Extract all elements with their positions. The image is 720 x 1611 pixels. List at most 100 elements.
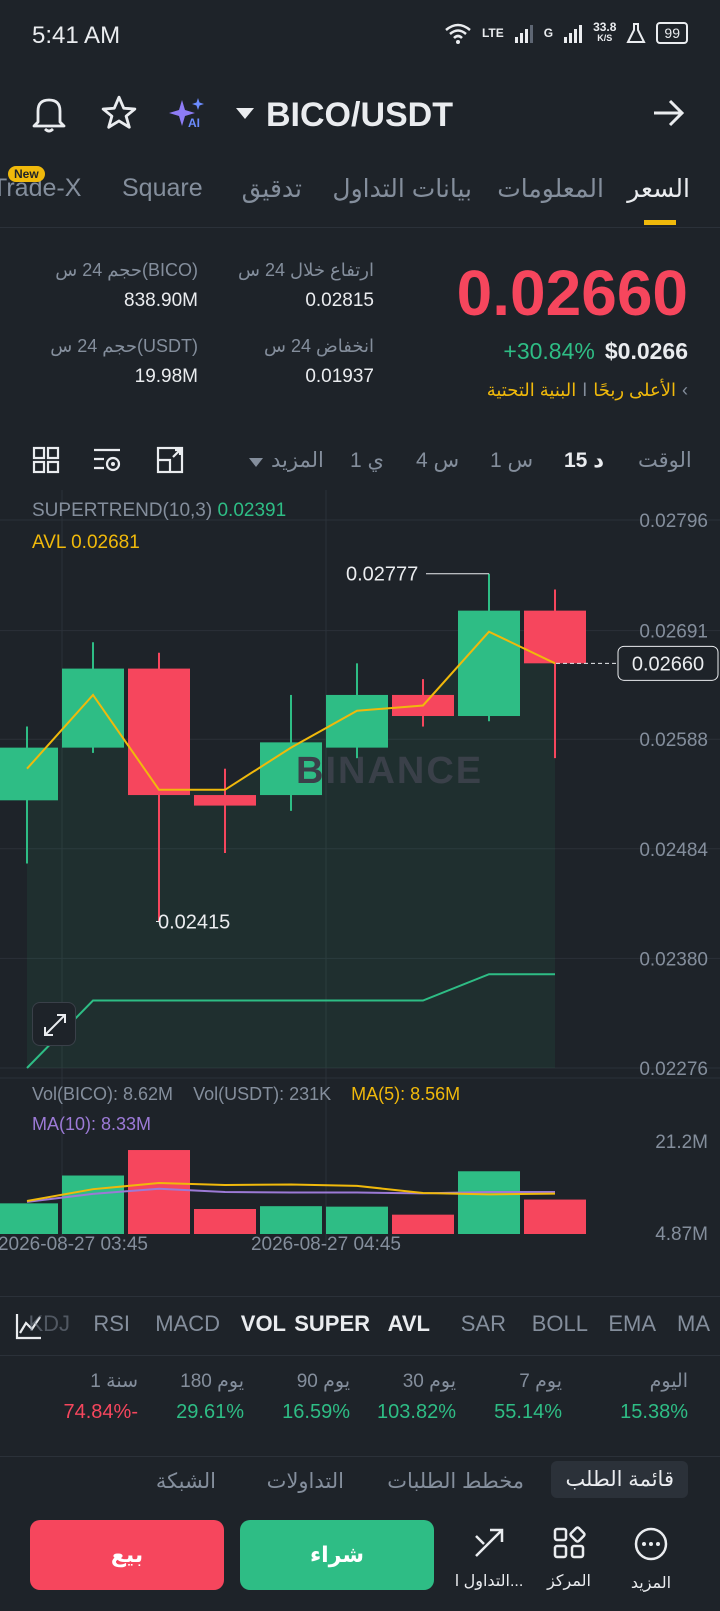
indicator-vol[interactable]: VOL: [241, 1311, 286, 1337]
tab-active-indicator: [644, 220, 676, 225]
tab-trading-data[interactable]: بيانات التداول: [332, 174, 472, 204]
interval-time[interactable]: الوقت: [638, 448, 692, 473]
tab-price[interactable]: السعر: [627, 174, 690, 204]
performance-item: 90 يوم 16.59%: [282, 1370, 350, 1424]
chart-mode-icon[interactable]: [156, 446, 184, 474]
volume-bar: [0, 1203, 58, 1234]
status-time: 5:41 AM: [32, 22, 121, 49]
price-tick-label: 0.02588: [639, 730, 708, 751]
tab-info[interactable]: المعلومات: [497, 174, 604, 204]
dropdown-caret-icon[interactable]: [236, 108, 254, 120]
avl-value: 0.02681: [71, 532, 140, 553]
star-icon[interactable]: [100, 94, 138, 132]
indicator-rsi[interactable]: RSI: [93, 1311, 130, 1337]
bottom-tabs: قائمة الطلب مخطط الطلبات التداولات الشبك…: [0, 1456, 720, 1510]
performance-item: اليوم 15.38%: [620, 1370, 688, 1424]
supertrend-label: SUPERTREND(10,3): [32, 500, 213, 521]
indicator-super[interactable]: SUPER: [294, 1311, 370, 1337]
buy-button[interactable]: شراء: [240, 1520, 434, 1590]
more-caret-icon[interactable]: [249, 458, 263, 468]
performance-item: 1 سنة 74.84%-: [64, 1370, 139, 1424]
position-label: المركز: [547, 1573, 591, 1590]
fullscreen-button[interactable]: [32, 1002, 76, 1046]
expand-icon: [44, 1014, 66, 1036]
ma5-legend: MA(5): 8.56M: [351, 1084, 461, 1104]
tab-depth-chart[interactable]: مخطط الطلبات: [387, 1469, 524, 1494]
interval-1d[interactable]: 1 ي: [350, 448, 384, 473]
main-tabs: السعر المعلومات بيانات التداول تدقيق Squ…: [0, 160, 720, 228]
tag-infrastructure[interactable]: البنية التحتية: [487, 380, 576, 401]
chevron-left-icon[interactable]: ‹: [682, 380, 688, 401]
sell-button[interactable]: بيع: [30, 1520, 224, 1590]
supertrend-value: 0.02391: [217, 500, 287, 521]
interval-more[interactable]: المزيد: [271, 448, 324, 473]
volume-bar: [524, 1199, 586, 1234]
tab-network[interactable]: الشبكة: [156, 1469, 216, 1494]
bell-icon[interactable]: [30, 94, 68, 134]
vol-quote-legend: Vol(USDT): 231K: [193, 1084, 332, 1104]
candle-body: [524, 610, 586, 664]
grid-layout-icon[interactable]: [32, 446, 60, 474]
position-action[interactable]: المركز: [524, 1526, 614, 1591]
volume-bar: [458, 1171, 520, 1234]
volume-bar: [62, 1175, 124, 1234]
candle-body: [326, 694, 388, 748]
indicator-ma[interactable]: MA: [677, 1311, 710, 1337]
performance-value: 74.84%-: [63, 1401, 139, 1423]
volume-bar: [326, 1206, 388, 1234]
avl-label: AVL: [32, 532, 66, 553]
arrow-right-icon[interactable]: [652, 98, 686, 128]
indicator-sar[interactable]: SAR: [461, 1311, 506, 1337]
tab-order-book[interactable]: قائمة الطلب: [551, 1461, 688, 1498]
performance-value: 103.82%: [377, 1401, 456, 1423]
candle-body: [0, 747, 58, 801]
time-tick-label: 2026-08-27 04:45: [251, 1234, 401, 1250]
performance-item: 30 يوم 103.82%: [377, 1370, 456, 1424]
high-24h-label: ارتفاع خلال 24 س: [238, 260, 374, 280]
tab-trades[interactable]: التداولات: [267, 1469, 344, 1494]
signal-icon: [514, 25, 533, 43]
signal-icon-2: [564, 25, 583, 43]
interval-row: المزيد 1 ي 4 س 1 س 15 د الوقت: [0, 440, 720, 490]
price-tick-label: 0.02484: [639, 840, 708, 861]
performance-label: 1 سنة: [90, 1371, 138, 1392]
indicator-avl[interactable]: AVL: [388, 1311, 430, 1337]
performance-label: 7 يوم: [519, 1371, 562, 1392]
indicator-tabs: MA EMA BOLL SAR AVL SUPER VOL MACD RSI K…: [0, 1296, 720, 1356]
candlestick-chart[interactable]: 0.02796 0.02691 0.02588 0.02484 0.02380 0.022…: [0, 490, 720, 1250]
performance-value: 29.61%: [176, 1401, 244, 1423]
candle-body: [194, 795, 256, 806]
volume-tick-label: 4.87M: [655, 1224, 708, 1245]
volume-bar: [128, 1150, 190, 1234]
volume-legend: Vol(BICO): 8.62M Vol(USDT): 231K MA(5): …: [32, 1084, 460, 1105]
trade-action[interactable]: التداول ا...: [444, 1526, 534, 1591]
tag-top-gainer[interactable]: الأعلى ربحًا: [593, 380, 676, 401]
interval-1h[interactable]: 1 س: [490, 448, 533, 473]
volume-bar: [392, 1214, 454, 1234]
low-marker-label: 0.02415: [158, 912, 230, 934]
indicator-macd[interactable]: MACD: [155, 1311, 220, 1337]
network-g: G: [543, 26, 554, 40]
more-action[interactable]: المزيد: [606, 1526, 696, 1593]
tab-square[interactable]: Square: [122, 174, 203, 203]
indicator-boll[interactable]: BOLL: [532, 1311, 588, 1337]
tab-audit[interactable]: تدقيق: [242, 174, 302, 204]
current-price-label: 0.02660: [632, 653, 704, 675]
trade-label: التداول ا...: [454, 1573, 524, 1590]
interval-4h[interactable]: 4 س: [416, 448, 459, 473]
pair-title[interactable]: BICO/USDT: [266, 96, 453, 135]
ai-assistant-button[interactable]: AI: [168, 96, 208, 137]
header: AI BICO/USDT: [0, 80, 720, 150]
indicator-ema[interactable]: EMA: [608, 1311, 656, 1337]
indicator-kdj[interactable]: KDJ: [28, 1311, 70, 1337]
tags-row: البنية التحتية ا الأعلى ربحًا ‹: [487, 380, 688, 401]
high-24h-value: 0.02815: [305, 290, 374, 311]
chart-area[interactable]: 0.02796 0.02691 0.02588 0.02484 0.02380 0.022…: [0, 490, 720, 1250]
action-bar: بيع شراء التداول ا... المركز المزيد: [0, 1516, 720, 1611]
indicator-settings-icon[interactable]: [92, 446, 122, 474]
interval-15m[interactable]: 15 د: [564, 448, 604, 473]
price-change-row: +30.84% $0.0266: [503, 338, 688, 365]
watermark: BINANCE: [296, 750, 484, 792]
performance-value: 55.14%: [494, 1401, 562, 1423]
performance-value: 15.38%: [620, 1401, 688, 1423]
